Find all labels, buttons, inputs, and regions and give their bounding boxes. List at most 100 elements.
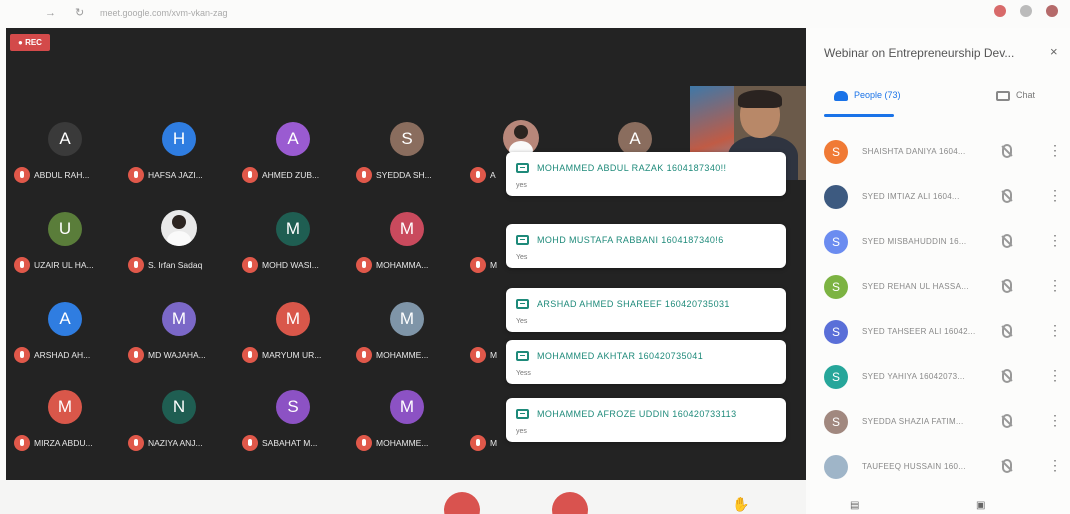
chat-message-icon [516,408,529,419]
active-tab-indicator [824,114,894,117]
activities-icon[interactable]: ▣ [976,500,985,511]
profile-menu-icon[interactable] [1020,5,1032,17]
mic-muted-icon [356,435,372,451]
mic-off-icon[interactable] [1002,189,1012,203]
mic-off-icon[interactable] [1002,324,1012,338]
chat-message-icon [516,298,529,309]
participant-name: MIRZA ABDU... [34,438,93,448]
participant-row[interactable]: S SYED YAHIYA 16042073... ⋮ [824,363,1064,393]
participant-name: MOHAMME... [376,438,429,448]
participant-avatar: M [162,302,196,336]
participant-avatar: S [824,230,848,254]
chat-sender: MOHAMMED AFROZE UDDIN 160420733113 [537,408,737,419]
participant-avatar: M [48,390,82,424]
participant-tile[interactable]: M MOHD WASI... [238,202,350,292]
participant-name: MARYUM UR... [262,350,322,360]
tab-people[interactable]: People (73) [834,90,901,101]
chat-notification[interactable]: MOHAMMED AFROZE UDDIN 160420733113 yes [506,398,786,442]
mic-muted-icon [470,435,486,451]
participant-row[interactable]: TAUFEEQ HUSSAIN 160... ⋮ [824,453,1064,483]
participant-tile[interactable]: S SABAHAT M... [238,380,350,470]
participant-avatar [824,185,848,209]
participant-row[interactable]: S SYED REHAN UL HASSA... ⋮ [824,273,1064,303]
participant-avatar: A [48,122,82,156]
chat-notification[interactable]: MOHAMMED ABDUL RAZAK 1604187340!! yes [506,152,786,196]
participant-avatar: A [48,302,82,336]
participant-tile[interactable]: U UZAIR UL HA... [10,202,122,292]
participant-name: MOHAMMA... [376,260,429,270]
participant-tile[interactable]: H HAFSA JAZI... [124,112,236,202]
more-options-icon[interactable]: ⋮ [1048,187,1062,204]
browser-nav-icons[interactable]: → ↻ [45,6,92,19]
chat-notification[interactable]: MOHAMMED AKHTAR 160420735041 Yess [506,340,786,384]
mic-muted-icon [356,347,372,363]
participant-tile[interactable]: A ABDUL RAH... [10,112,122,202]
meeting-title: Webinar on Entrepreneurship Dev... [824,46,1015,60]
chat-message-icon [516,234,529,245]
participant-tile[interactable]: M MOHAMME... [352,292,464,382]
close-icon[interactable]: × [1050,44,1058,59]
participant-avatar: S [824,365,848,389]
more-options-icon[interactable]: ⋮ [1048,322,1062,339]
participant-name: SYEDDA SHAZIA FATIM... [862,417,964,426]
more-options-icon[interactable]: ⋮ [1048,277,1062,294]
participant-row[interactable]: S SYEDDA SHAZIA FATIM... ⋮ [824,408,1064,438]
mic-muted-icon [242,435,258,451]
participant-name: SYED YAHIYA 16042073... [862,372,965,381]
chat-icon [996,90,1010,101]
participant-tile[interactable]: M MIRZA ABDU... [10,380,122,470]
more-options-icon[interactable]: ⋮ [1048,142,1062,159]
participant-name: UZAIR UL HA... [34,260,94,270]
mic-off-icon[interactable] [1002,414,1012,428]
participant-name: ARSHAD AH... [34,350,91,360]
people-icon [834,90,848,101]
participant-name: SYED TAHSEER ALI 16042... [862,327,976,336]
chat-message: yes [516,428,527,435]
participant-tile[interactable]: M MOHAMMA... [352,202,464,292]
participant-row[interactable]: S SHAISHTA DANIYA 1604... ⋮ [824,138,1064,168]
participant-name: ABDUL RAH... [34,170,90,180]
participant-tile[interactable]: S SYEDDA SH... [352,112,464,202]
more-options-icon[interactable]: ⋮ [1048,412,1062,429]
raise-hand-icon[interactable]: ✋ [732,496,749,513]
address-bar[interactable]: meet.google.com/xvm-vkan-zag [100,8,228,18]
self-video-hair [738,90,782,108]
participant-name: HAFSA JAZI... [148,170,203,180]
participant-tile[interactable]: N NAZIYA ANJ... [124,380,236,470]
participant-row[interactable]: SYED IMTIAZ ALI 1604... ⋮ [824,183,1064,213]
mic-off-icon[interactable] [1002,144,1012,158]
details-icon[interactable]: ▤ [850,500,859,511]
mic-muted-icon [356,257,372,273]
participant-tile[interactable]: A ARSHAD AH... [10,292,122,382]
participant-tile[interactable]: M MOHAMME... [352,380,464,470]
more-options-icon[interactable]: ⋮ [1048,367,1062,384]
participant-row[interactable]: S SYED MISBAHUDDIN 16... ⋮ [824,228,1064,258]
chat-message: yes [516,182,527,189]
more-options-icon[interactable]: ⋮ [1048,232,1062,249]
participant-photo [161,210,197,246]
participant-name: SYEDDA SH... [376,170,432,180]
participant-avatar: M [276,302,310,336]
chat-notification[interactable]: ARSHAD AHMED SHAREEF 160420735031 Yes [506,288,786,332]
participant-tile[interactable]: A AHMED ZUB... [238,112,350,202]
mic-off-icon[interactable] [1002,279,1012,293]
participant-avatar: U [48,212,82,246]
participant-tile[interactable]: M MARYUM UR... [238,292,350,382]
mic-off-icon[interactable] [1002,234,1012,248]
avatar[interactable] [1046,5,1058,17]
participant-tile[interactable]: M MD WAJAHA... [124,292,236,382]
mic-muted-icon [14,435,30,451]
participant-name: SHAISHTA DANIYA 1604... [862,147,966,156]
participant-tile[interactable]: S. Irfan Sadaq [124,202,236,292]
mic-muted-icon [470,167,486,183]
chat-notification[interactable]: MOHD MUSTAFA RABBANI 1604187340!6 Yes [506,224,786,268]
mic-muted-icon [242,257,258,273]
tab-chat[interactable]: Chat [996,90,1035,101]
more-options-icon[interactable]: ⋮ [1048,457,1062,474]
participant-row[interactable]: S SYED TAHSEER ALI 16042... ⋮ [824,318,1064,348]
mic-off-icon[interactable] [1002,369,1012,383]
extension-icon[interactable] [994,5,1006,17]
mic-off-icon[interactable] [1002,459,1012,473]
participant-avatar: N [162,390,196,424]
mic-muted-icon [128,435,144,451]
